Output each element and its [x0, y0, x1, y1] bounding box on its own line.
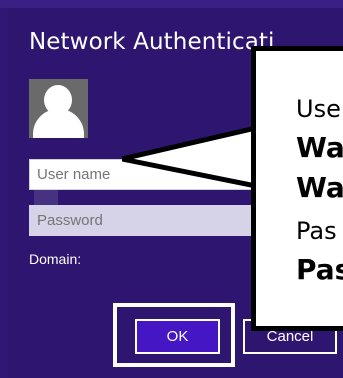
- avatar-body: [33, 109, 84, 138]
- instruction-callout: Use Wa Wa Pas Pas: [251, 46, 343, 331]
- ok-highlight-frame: [113, 303, 235, 367]
- callout-text-line-4: Pas: [296, 217, 337, 245]
- callout-text-line-1: Use: [296, 95, 341, 123]
- top-border: [0, 0, 343, 8]
- dialog-title: Network Authenticati: [29, 29, 275, 55]
- username-input[interactable]: [29, 159, 257, 190]
- callout-text-line-2: Wa: [296, 131, 343, 164]
- left-border: [0, 8, 8, 378]
- callout-text-line-5: Pas: [296, 253, 343, 286]
- domain-label: Domain:: [29, 251, 82, 267]
- callout-text-line-3: Wa: [296, 171, 343, 204]
- user-avatar-icon: [29, 79, 88, 138]
- network-authentication-screen: Network Authenticati Domain: Cancel OK U…: [0, 0, 343, 378]
- password-input[interactable]: [29, 205, 257, 236]
